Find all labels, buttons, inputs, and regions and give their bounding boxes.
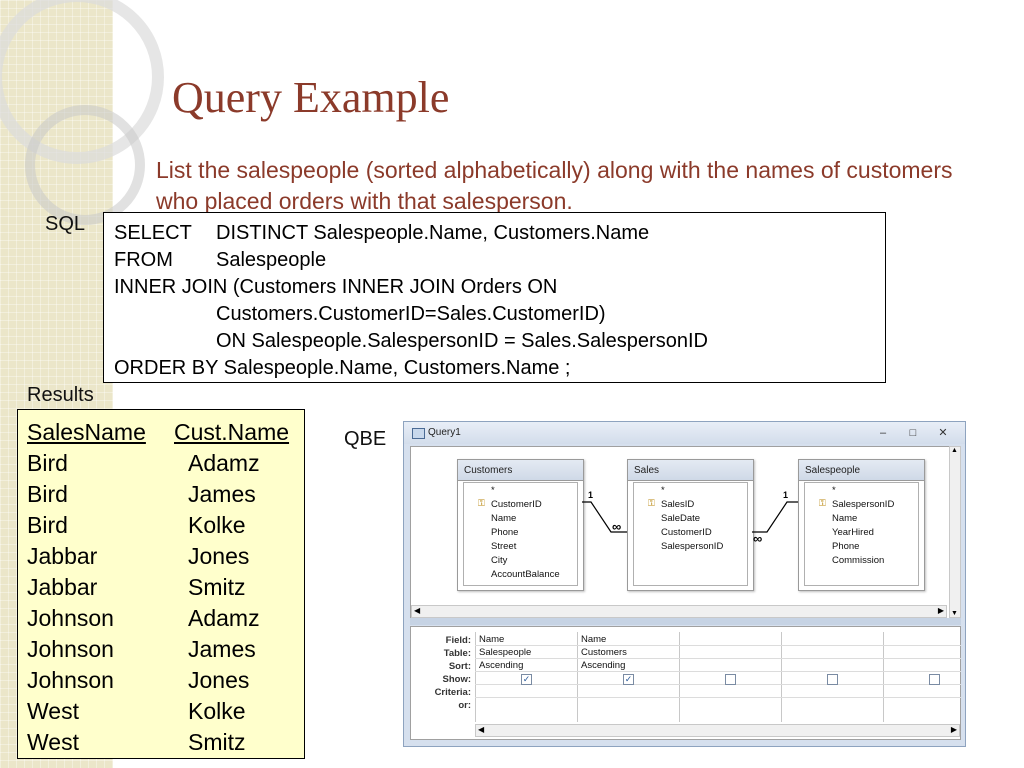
results-header-custname: Cust.Name <box>174 419 290 445</box>
table-pane: Customers * ⚿ CustomerID Name Phone Stre… <box>410 446 950 620</box>
result-salesname: Jabbar <box>27 543 98 569</box>
horizontal-scrollbar[interactable]: ◀ ▶ <box>411 605 947 618</box>
result-custname: Jones <box>188 667 250 693</box>
qbe-label: QBE <box>344 428 387 450</box>
vertical-scrollbar[interactable]: ▲ ▼ <box>949 446 961 618</box>
sql-text: Salespeople <box>216 249 327 271</box>
grid-row-label: Criteria: <box>434 687 471 698</box>
result-custname: Adamz <box>188 450 260 476</box>
relationship-many-label: ∞ <box>753 531 763 546</box>
grid-table-cell[interactable]: Customers <box>581 647 627 658</box>
grid-sort-cell[interactable]: Ascending <box>581 660 625 671</box>
grid-row-divider <box>475 684 961 685</box>
sql-text: INNER JOIN (Customers INNER JOIN Orders … <box>114 276 558 298</box>
result-custname: James <box>188 481 256 507</box>
scroll-down-icon[interactable]: ▼ <box>951 610 958 617</box>
result-salesname: Johnson <box>27 605 114 631</box>
scroll-left-icon[interactable]: ◀ <box>414 606 420 615</box>
grid-cells: Name Salespeople Ascending ✓ Name Custom… <box>475 632 961 722</box>
design-grid: Field: Table: Sort: Show: Criteria: or: … <box>410 626 961 740</box>
sql-box: SELECT DISTINCT Salespeople.Name, Custom… <box>103 212 886 383</box>
results-label: Results <box>27 384 94 406</box>
close-icon[interactable]: ✕ <box>936 426 950 440</box>
result-custname: Jones <box>188 543 250 569</box>
show-checkbox[interactable] <box>725 674 736 685</box>
result-salesname: West <box>27 698 79 724</box>
sql-label: SQL <box>45 213 86 235</box>
grid-row-divider <box>475 658 961 659</box>
grid-row-label: Sort: <box>448 661 471 672</box>
scroll-right-icon[interactable]: ▶ <box>951 725 957 734</box>
grid-field-cell[interactable]: Name <box>581 634 606 645</box>
relationship-many-label: ∞ <box>612 519 622 534</box>
pane-splitter[interactable] <box>410 618 961 625</box>
sql-text: ON Salespeople.SalespersonID = Sales.Sal… <box>216 330 708 352</box>
result-custname: Smitz <box>188 729 246 755</box>
result-custname: Smitz <box>188 574 246 600</box>
grid-table-cell[interactable]: Salespeople <box>479 647 531 658</box>
result-salesname: Johnson <box>27 636 114 662</box>
slide-intro-text: List the salespeople (sorted alphabetica… <box>156 157 953 214</box>
grid-horizontal-scrollbar[interactable]: ◀ ▶ <box>475 724 960 737</box>
relationship-one-label: 1 <box>588 490 594 500</box>
result-custname: James <box>188 636 256 662</box>
slide-title: Query Example <box>172 73 450 122</box>
result-custname: Kolke <box>188 698 246 724</box>
grid-row-divider <box>475 697 961 698</box>
query-design-window: Query1 – □ ✕ Customers * ⚿ CustomerID Na… <box>403 421 966 747</box>
sql-keyword: FROM <box>114 249 173 271</box>
maximize-icon[interactable]: □ <box>906 426 920 440</box>
result-salesname: Bird <box>27 481 68 507</box>
scroll-right-icon[interactable]: ▶ <box>938 606 944 615</box>
grid-field-cell[interactable]: Name <box>479 634 504 645</box>
minimize-icon[interactable]: – <box>876 426 890 440</box>
sql-text: ORDER BY Salespeople.Name, Customers.Nam… <box>114 357 571 379</box>
window-title-bar[interactable]: Query1 – □ ✕ <box>404 422 965 444</box>
result-salesname: Bird <box>27 450 68 476</box>
relationship-lines <box>582 501 798 533</box>
results-header-salesname: SalesName <box>27 419 146 445</box>
grid-row-label: Field: <box>445 635 471 646</box>
sql-text: DISTINCT Salespeople.Name, Customers.Nam… <box>216 222 650 244</box>
show-checkbox[interactable] <box>929 674 940 685</box>
relationship-one-label: 1 <box>783 490 789 500</box>
show-checkbox[interactable] <box>827 674 838 685</box>
result-custname: Adamz <box>188 605 260 631</box>
grid-row-label: Show: <box>442 674 472 685</box>
window-title: Query1 <box>428 427 461 438</box>
query-icon <box>412 428 425 439</box>
show-checkbox[interactable]: ✓ <box>623 674 634 685</box>
scroll-up-icon[interactable]: ▲ <box>951 447 958 454</box>
result-custname: Kolke <box>188 512 246 538</box>
result-salesname: West <box>27 729 79 755</box>
grid-row-divider <box>475 645 961 646</box>
sql-keyword: SELECT <box>114 222 192 244</box>
decorative-ring <box>25 105 145 225</box>
result-salesname: Johnson <box>27 667 114 693</box>
grid-sort-cell[interactable]: Ascending <box>479 660 523 671</box>
scroll-left-icon[interactable]: ◀ <box>478 725 484 734</box>
result-salesname: Jabbar <box>27 574 98 600</box>
sql-text: Customers.CustomerID=Sales.CustomerID) <box>216 303 606 325</box>
grid-row-divider <box>475 671 961 672</box>
grid-row-label: Table: <box>443 648 471 659</box>
results-box: SalesName Cust.Name Bird Adamz Bird Jame… <box>17 409 305 759</box>
grid-row-label: or: <box>458 700 471 711</box>
relationship-line <box>752 501 798 533</box>
show-checkbox[interactable]: ✓ <box>521 674 532 685</box>
result-salesname: Bird <box>27 512 68 538</box>
